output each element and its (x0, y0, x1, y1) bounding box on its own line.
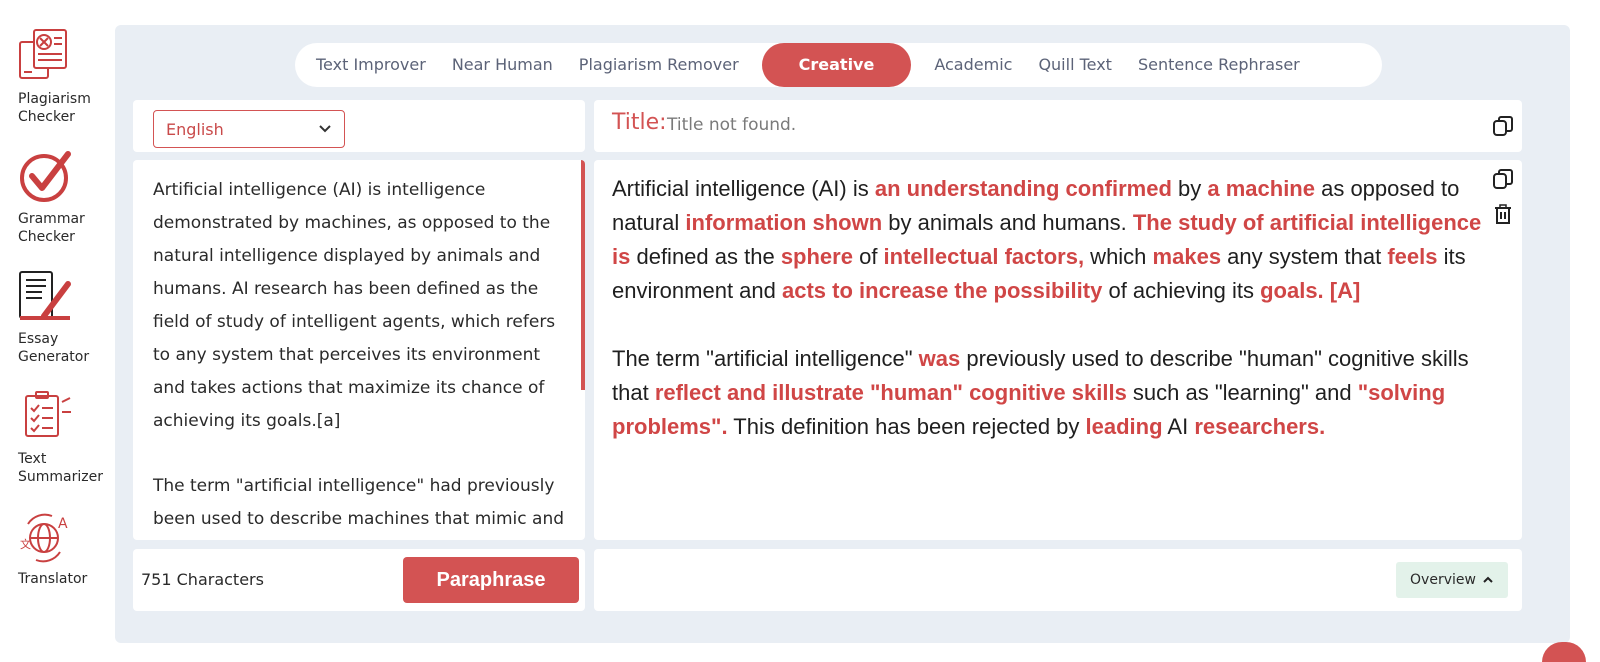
output-paragraph: The term "artificial intelligence" was p… (612, 342, 1492, 444)
unchanged-phrase: of achieving its (1102, 278, 1261, 303)
input-text: Artificial intelligence (AI) is intellig… (153, 174, 573, 540)
tab-creative[interactable]: Creative (761, 43, 912, 87)
tab-plagiarism-remover[interactable]: Plagiarism Remover (566, 43, 752, 87)
unchanged-phrase: This definition has been rejected by (727, 414, 1086, 439)
chevron-up-icon (1483, 576, 1493, 583)
changed-phrase[interactable]: acts to increase the possibility (782, 278, 1102, 303)
grammar-check-icon (20, 151, 71, 202)
summarizer-icon (25, 391, 71, 437)
changed-phrase[interactable]: intellectual factors, (884, 244, 1085, 269)
sidebar: Plagiarism Checker Grammar Checker Essay Ge… (0, 0, 110, 659)
output-paragraph: Artificial intelligence (AI) is an under… (612, 172, 1492, 308)
unchanged-phrase: any system that (1221, 244, 1388, 269)
changed-phrase[interactable]: researchers. (1194, 414, 1325, 439)
changed-phrase[interactable]: feels (1387, 244, 1437, 269)
changed-phrase[interactable]: a machine (1207, 176, 1315, 201)
changed-phrase[interactable]: was (919, 346, 961, 371)
sidebar-item-translator[interactable]: A 文 Translator (18, 508, 108, 588)
trash-icon[interactable] (1492, 203, 1514, 225)
output-text-area[interactable]: Artificial intelligence (AI) is an under… (594, 160, 1522, 540)
unchanged-phrase: such as "learning" and (1126, 380, 1358, 405)
chevron-down-icon (319, 125, 331, 133)
sidebar-item-plagiarism-checker[interactable]: Plagiarism Checker (18, 28, 108, 126)
changed-phrase[interactable]: an understanding confirmed (875, 176, 1172, 201)
sidebar-label: Text Summarizer (18, 451, 103, 485)
input-text-area[interactable]: Artificial intelligence (AI) is intellig… (133, 160, 585, 540)
changed-phrase[interactable]: reflect and illustrate "human" cognitive… (655, 380, 1127, 405)
language-select[interactable]: English (153, 110, 345, 148)
changed-phrase[interactable]: goals. [A] (1260, 278, 1360, 303)
unchanged-phrase: by animals and humans. (882, 210, 1133, 235)
overview-button[interactable]: Overview (1396, 562, 1508, 598)
copy-icon[interactable] (1492, 115, 1514, 137)
sidebar-label: Essay Generator (18, 331, 90, 365)
tab-quill-text[interactable]: Quill Text (1025, 43, 1125, 87)
unchanged-phrase: Artificial intelligence (AI) is (612, 176, 875, 201)
input-scrollbar[interactable] (581, 160, 585, 390)
sidebar-label: Plagiarism Checker (18, 91, 91, 125)
tab-text-improver[interactable]: Text Improver (303, 43, 439, 87)
title-panel: Title: Title not found. (594, 100, 1522, 152)
tab-near-human[interactable]: Near Human (439, 43, 566, 87)
svg-text:文: 文 (20, 537, 31, 551)
unchanged-phrase: AI (1162, 414, 1195, 439)
character-count: 751 Characters (141, 570, 264, 589)
copy-icon[interactable] (1492, 168, 1514, 190)
tab-sentence-rephraser[interactable]: Sentence Rephraser (1125, 43, 1313, 87)
changed-phrase[interactable]: leading (1086, 414, 1163, 439)
input-paragraph: The term "artificial intelligence" had p… (153, 476, 565, 529)
title-value: Title not found. (667, 115, 797, 135)
changed-phrase[interactable]: sphere (781, 244, 853, 269)
svg-text:A: A (58, 516, 68, 532)
mode-tabs: Text Improver Near Human Plagiarism Remo… (295, 43, 1382, 87)
sidebar-item-essay-generator[interactable]: Essay Generator (18, 268, 108, 366)
unchanged-phrase: defined as the (630, 244, 781, 269)
sidebar-label: Translator (18, 571, 88, 587)
paraphrase-button[interactable]: Paraphrase (403, 557, 579, 603)
output-text: Artificial intelligence (AI) is an under… (612, 172, 1492, 478)
changed-phrase[interactable]: information shown (685, 210, 882, 235)
unchanged-phrase: of (852, 244, 884, 269)
plagiarism-icon (19, 29, 67, 79)
title-label: Title: (612, 110, 667, 135)
sidebar-label: Grammar Checker (18, 211, 85, 245)
sidebar-item-grammar-checker[interactable]: Grammar Checker (18, 148, 108, 246)
unchanged-phrase: which (1084, 244, 1153, 269)
overview-label: Overview (1410, 572, 1476, 588)
unchanged-phrase: by (1171, 176, 1208, 201)
input-paragraph: Artificial intelligence (AI) is intellig… (153, 180, 556, 431)
language-selected: English (166, 119, 224, 139)
input-footer: 751 Characters Paraphrase (133, 549, 585, 611)
chat-bubble[interactable] (1542, 642, 1586, 662)
essay-icon (19, 271, 71, 320)
translator-icon: A 文 (20, 513, 68, 563)
main-panel: Text Improver Near Human Plagiarism Remo… (115, 25, 1570, 643)
language-panel: English (133, 100, 585, 152)
unchanged-phrase: The term "artificial intelligence" (612, 346, 919, 371)
changed-phrase[interactable]: makes (1153, 244, 1222, 269)
sidebar-item-text-summarizer[interactable]: Text Summarizer (18, 388, 108, 486)
tab-academic[interactable]: Academic (921, 43, 1025, 87)
output-footer: Overview (594, 549, 1522, 611)
